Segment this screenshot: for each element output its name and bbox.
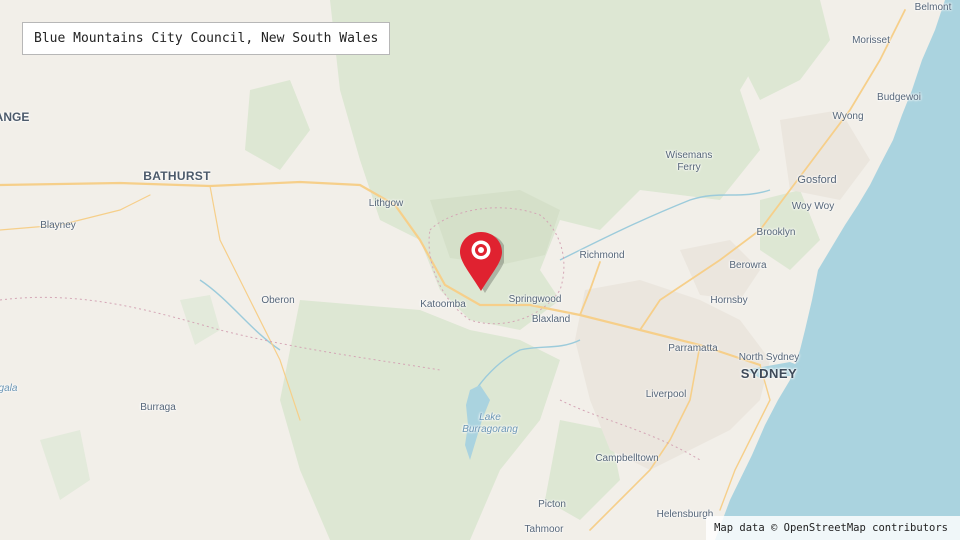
- place-label-brooklyn: Brooklyn: [756, 227, 796, 238]
- map-attribution: Map data © OpenStreetMap contributors: [706, 516, 960, 540]
- map-pin-icon[interactable]: [458, 230, 504, 294]
- map-title: Blue Mountains City Council, New South W…: [22, 22, 391, 55]
- place-label-campbelltown: Campbelltown: [595, 453, 659, 464]
- place-label-gala: gala: [0, 383, 18, 394]
- place-label-woy-woy: Woy Woy: [791, 201, 835, 212]
- place-label-hornsby: Hornsby: [710, 295, 748, 306]
- place-label-lithgow: Lithgow: [368, 198, 404, 209]
- place-label-picton: Picton: [538, 499, 566, 510]
- place-label-oberon: Oberon: [261, 295, 295, 306]
- place-label-liverpool: Liverpool: [645, 389, 687, 400]
- place-label-morisset: Morisset: [852, 35, 890, 46]
- place-label-blayney: Blayney: [40, 220, 76, 231]
- place-label-budgewoi: Budgewoi: [877, 92, 921, 103]
- place-label-springwood: Springwood: [508, 294, 562, 305]
- place-label-berowra: Berowra: [729, 260, 767, 271]
- place-label-sydney: SYDNEY: [740, 366, 798, 381]
- place-label-bathurst: BATHURST: [143, 169, 211, 183]
- place-label-parramatta: Parramatta: [668, 343, 718, 354]
- place-label-richmond: Richmond: [579, 250, 625, 261]
- place-label-katoomba: Katoomba: [420, 299, 466, 310]
- place-label-helensburgh: Helensburgh: [656, 509, 714, 520]
- place-label-lake-burragorang: Lake Burragorang: [462, 412, 518, 435]
- place-label-tahmoor: Tahmoor: [524, 524, 564, 535]
- place-label-range: ANGE: [0, 110, 30, 124]
- map-view[interactable]: ANGE BATHURST Blayney Oberon Burraga gal…: [0, 0, 960, 540]
- place-label-gosford: Gosford: [797, 174, 837, 186]
- place-label-belmont: Belmont: [914, 2, 952, 13]
- place-label-north-sydney: North Sydney: [738, 352, 800, 363]
- place-label-wyong: Wyong: [832, 111, 864, 122]
- place-label-blaxland: Blaxland: [531, 314, 571, 325]
- place-label-wisemans-ferry: Wisemans Ferry: [665, 150, 713, 173]
- place-label-burraga: Burraga: [140, 402, 176, 413]
